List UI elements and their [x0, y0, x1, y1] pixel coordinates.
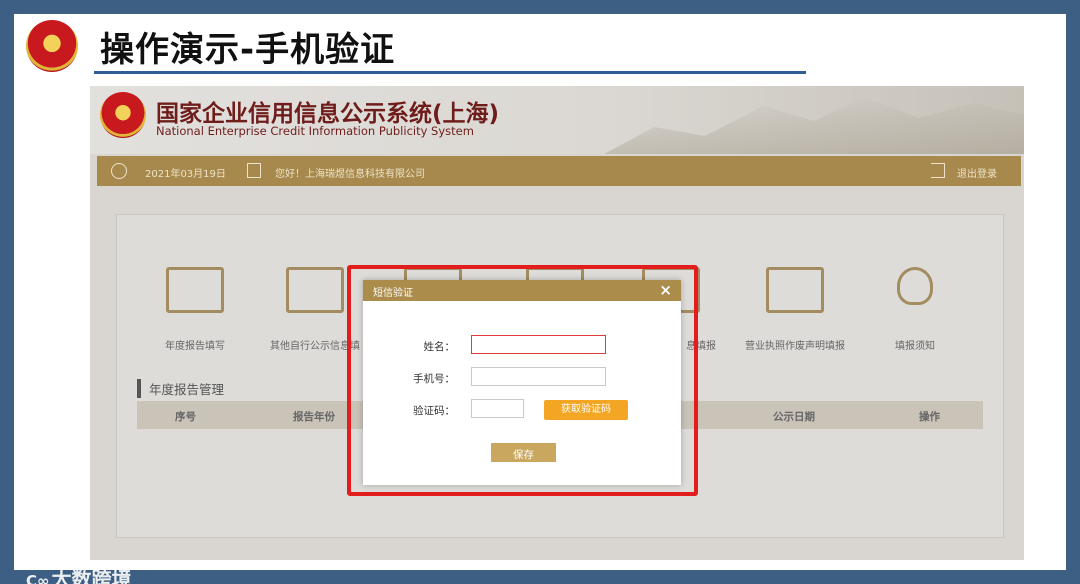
column-header: 序号 [175, 411, 196, 423]
section-title: 年度报告管理 [137, 379, 224, 398]
mountain-banner-image [604, 97, 1024, 154]
column-header: 报告年份 [293, 411, 335, 423]
column-header: 公示日期 [773, 411, 815, 423]
title-underline [94, 71, 806, 74]
user-card-icon [247, 163, 261, 178]
system-subtitle: National Enterprise Credit Information P… [156, 124, 474, 138]
dialog-header: 短信验证 × [363, 280, 681, 301]
slide-title: 操作演示-手机验证 [100, 30, 396, 70]
watermark-logo-icon: C∞ [26, 572, 50, 584]
edit-report-icon [166, 267, 224, 313]
current-date: 2021年03月19日 [145, 169, 226, 180]
code-input[interactable] [471, 399, 524, 418]
logout-icon[interactable] [931, 163, 945, 178]
name-input[interactable] [471, 335, 606, 354]
close-icon[interactable]: × [659, 281, 672, 299]
phone-label: 手机号： [413, 373, 455, 385]
menu-item-instructions[interactable]: 填报须知 [855, 267, 975, 352]
phone-input[interactable] [471, 367, 606, 386]
watermark-text: 大数跨境 [51, 567, 132, 584]
save-button[interactable]: 保存 [491, 443, 556, 462]
name-label: 姓名： [423, 341, 456, 353]
get-code-button[interactable]: 获取验证码 [544, 400, 628, 420]
lightbulb-icon [897, 267, 933, 305]
menu-item-license-void[interactable]: 营业执照作废声明填报 [735, 267, 855, 352]
national-emblem-icon [100, 92, 146, 138]
greeting-text: 您好！上海瑞煜信息科技有限公司 [275, 169, 425, 180]
sms-verify-dialog: 短信验证 × 姓名： 手机号： 验证码： 获取验证码 保存 [363, 280, 681, 485]
watermark: C∞ 大数跨境 [26, 563, 132, 584]
procuratorate-emblem-icon [26, 20, 78, 72]
system-header: 国家企业信用信息公示系统(上海) National Enterprise Cre… [90, 86, 1024, 154]
column-header: 操作 [919, 411, 940, 423]
clock-icon [111, 163, 127, 179]
dialog-title: 短信验证 [373, 288, 413, 299]
code-label: 验证码： [413, 405, 455, 417]
menu-item-label: 填报须知 [895, 341, 935, 352]
menu-item-annual-report[interactable]: 年度报告填写 [135, 267, 255, 352]
menu-item-label: 营业执照作废声明填报 [745, 341, 845, 352]
logout-link[interactable]: 退出登录 [957, 165, 997, 180]
license-icon [766, 267, 824, 313]
user-info-bar: 2021年03月19日 您好！上海瑞煜信息科技有限公司 退出登录 [97, 156, 1021, 186]
menu-item-label: 年度报告填写 [165, 341, 225, 352]
inbox-icon [286, 267, 344, 313]
system-title: 国家企业信用信息公示系统(上海) [156, 101, 500, 127]
